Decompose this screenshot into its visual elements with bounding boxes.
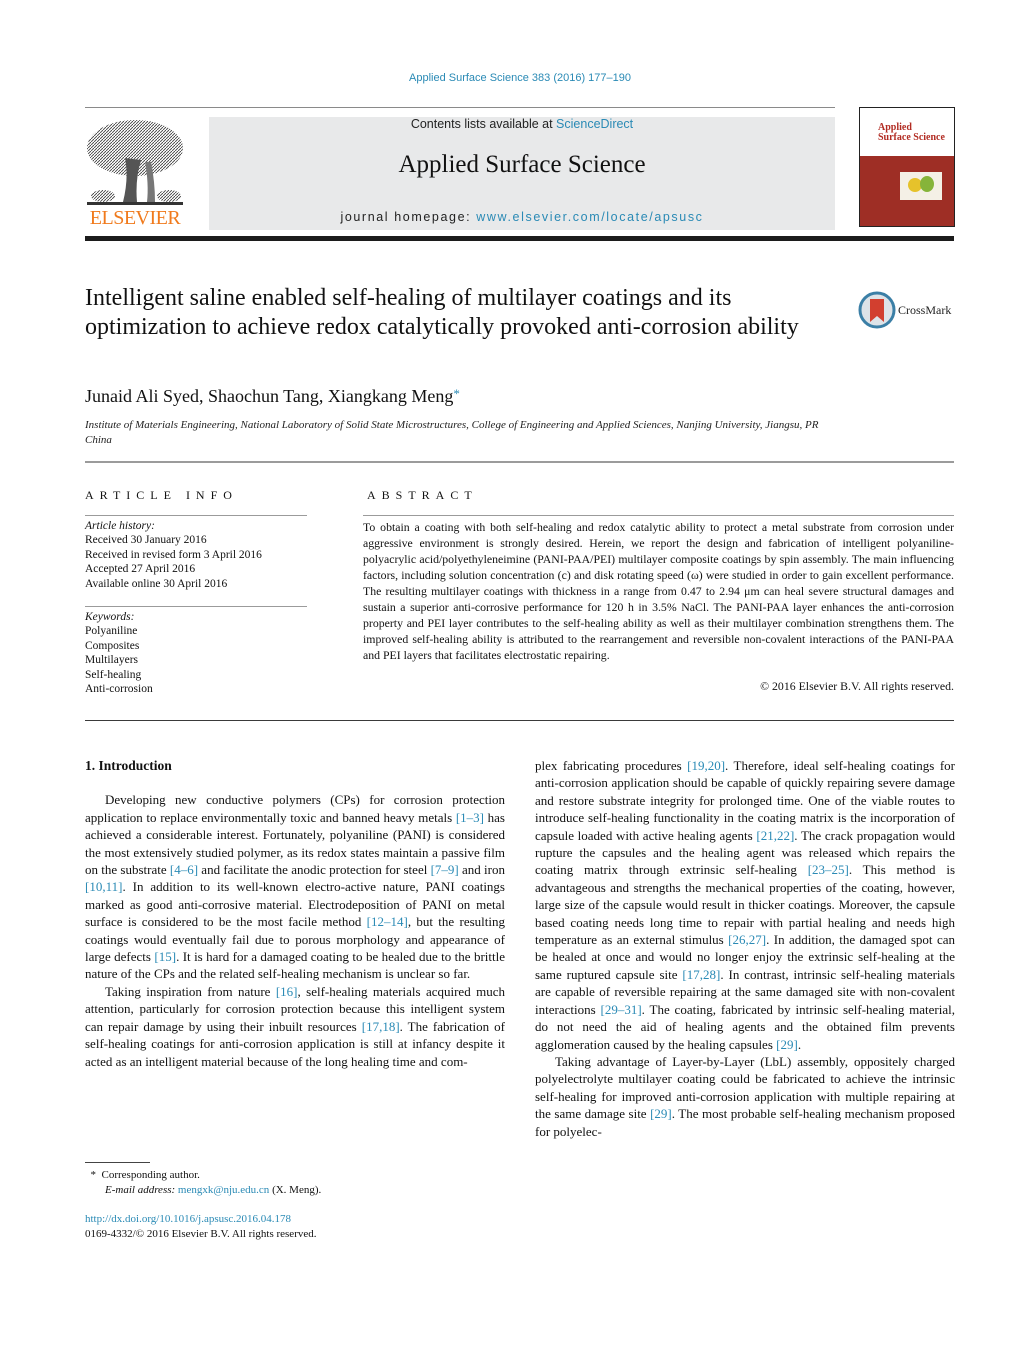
- abstract-rule: [363, 515, 954, 516]
- email-label: E-mail address:: [105, 1184, 178, 1196]
- citation-link[interactable]: [17,18]: [362, 1019, 400, 1034]
- homepage-line: journal homepage: www.elsevier.com/locat…: [209, 210, 835, 224]
- citation-link[interactable]: [10,11]: [85, 879, 122, 894]
- header-thick-rule: [85, 236, 954, 241]
- body-column-right: plex fabricating procedures [19,20]. The…: [535, 757, 955, 1140]
- doi-block: http://dx.doi.org/10.1016/j.apsusc.2016.…: [85, 1212, 317, 1241]
- footnote-rule: [85, 1162, 150, 1163]
- abstract-copyright: © 2016 Elsevier B.V. All rights reserved…: [760, 679, 954, 693]
- corresponding-author-mark[interactable]: *: [453, 386, 460, 401]
- left-paragraphs: Developing new conductive polymers (CPs)…: [85, 791, 505, 1070]
- authors-text: Junaid Ali Syed, Shaochun Tang, Xiangkan…: [85, 386, 454, 406]
- citation-link[interactable]: [17,28]: [682, 967, 720, 982]
- contents-prefix: Contents lists available at: [410, 117, 557, 131]
- elsevier-wordmark: ELSEVIER: [89, 207, 181, 229]
- body-column-left: 1. Introduction Developing new conductiv…: [85, 757, 505, 1070]
- history-item: Accepted 27 April 2016: [85, 563, 196, 576]
- citation-link[interactable]: [29–31]: [600, 1002, 641, 1017]
- corresponding-author-footnote: * Corresponding author. E-mail address: …: [85, 1168, 322, 1198]
- citation-link[interactable]: [7–9]: [431, 862, 459, 877]
- body-paragraph: Taking advantage of Layer-by-Layer (LbL)…: [535, 1053, 955, 1140]
- cover-title: Applied Surface Science: [878, 123, 945, 143]
- body-text: and iron: [458, 862, 505, 878]
- footnote-corresponding: Corresponding author.: [101, 1169, 200, 1181]
- footnote-line: * Corresponding author.: [85, 1168, 321, 1183]
- history-label: Article history:: [85, 520, 155, 532]
- title-divider: [85, 461, 954, 463]
- body-text: Developing new conductive polymers (CPs)…: [85, 792, 505, 825]
- journal-homepage-link[interactable]: www.elsevier.com/locate/apsusc: [476, 210, 703, 224]
- contents-line: Contents lists available at ScienceDirec…: [209, 117, 835, 131]
- journal-cover-thumbnail[interactable]: Applied Surface Science: [859, 107, 955, 227]
- citation-link[interactable]: [29]: [776, 1037, 798, 1052]
- citation-link[interactable]: [21,22]: [756, 828, 794, 843]
- cover-title-line2: Surface Science: [878, 132, 945, 143]
- history-item: Available online 30 April 2016: [85, 577, 228, 590]
- body-text: .: [797, 1036, 802, 1052]
- abstract-divider: [85, 720, 954, 721]
- email-link[interactable]: mengxk@nju.edu.cn: [178, 1184, 269, 1196]
- abstract-heading: ABSTRACT: [367, 488, 478, 502]
- right-paragraphs: plex fabricating procedures [19,20]. The…: [535, 757, 955, 1140]
- history-item: Received 30 January 2016: [85, 534, 207, 547]
- article-info-rule: [85, 515, 307, 516]
- crossmark-badge[interactable]: CrossMark: [858, 291, 958, 331]
- citation-link[interactable]: [29]: [650, 1106, 672, 1121]
- keyword-item: Multilayers: [85, 654, 139, 667]
- journal-masthead: Contents lists available at ScienceDirec…: [209, 117, 835, 230]
- abstract-text: To obtain a coating with both self-heali…: [363, 520, 954, 662]
- cover-graphic-green: [920, 176, 934, 192]
- citation-link[interactable]: [26,27]: [728, 932, 766, 947]
- body-text: Taking inspiration from nature: [105, 983, 276, 999]
- elsevier-logo[interactable]: ELSEVIER: [85, 118, 185, 230]
- author-list: Junaid Ali Syed, Shaochun Tang, Xiangkan…: [85, 386, 460, 407]
- citation-link[interactable]: [23–25]: [808, 862, 849, 877]
- keyword-item: Self-healing: [85, 668, 142, 681]
- citation-link[interactable]: [16]: [276, 984, 298, 999]
- affiliation: Institute of Materials Engineering, Nati…: [85, 419, 819, 446]
- body-text: and facilitate the anodic protection for…: [198, 862, 431, 878]
- body-text: plex fabricating procedures: [535, 758, 688, 773]
- citation-link[interactable]: [12–14]: [367, 914, 408, 929]
- citation-link[interactable]: [19,20]: [687, 758, 725, 773]
- citation-link[interactable]: [1–3]: [456, 810, 484, 825]
- keywords: Keywords: Polyaniline Composites Multila…: [85, 610, 307, 696]
- keyword-item: Anti-corrosion: [85, 683, 153, 696]
- keywords-label: Keywords:: [85, 611, 135, 623]
- keywords-rule: [85, 606, 307, 607]
- body-paragraph: Taking inspiration from nature [16], sel…: [85, 983, 505, 1070]
- elsevier-tree-icon: [87, 120, 183, 205]
- journal-name: Applied Surface Science: [398, 151, 646, 178]
- body-paragraph: Developing new conductive polymers (CPs)…: [85, 791, 505, 982]
- journal-citation[interactable]: Applied Surface Science 383 (2016) 177–1…: [0, 72, 1020, 84]
- article-history: Article history: Received 30 January 201…: [85, 519, 307, 591]
- citation-link[interactable]: [4–6]: [170, 862, 198, 877]
- article-info-heading: ARTICLE INFO: [85, 488, 238, 502]
- citation-link[interactable]: [15]: [154, 949, 176, 964]
- homepage-prefix: journal homepage:: [340, 210, 477, 224]
- keyword-item: Polyaniline: [85, 625, 138, 638]
- footnote-email-line: E-mail address: mengxk@nju.edu.cn (X. Me…: [85, 1183, 321, 1198]
- body-paragraph: plex fabricating procedures [19,20]. The…: [535, 757, 955, 1053]
- email-suffix: (X. Meng).: [269, 1184, 322, 1196]
- keyword-item: Composites: [85, 639, 140, 652]
- history-item: Received in revised form 3 April 2016: [85, 548, 262, 561]
- doi-link[interactable]: http://dx.doi.org/10.1016/j.apsusc.2016.…: [85, 1213, 291, 1225]
- sciencedirect-link[interactable]: ScienceDirect: [556, 117, 633, 131]
- footnote-mark: *: [90, 1169, 97, 1181]
- section-heading-introduction: 1. Introduction: [85, 758, 172, 773]
- crossmark-icon: [858, 291, 896, 329]
- article-title: Intelligent saline enabled self-healing …: [85, 285, 799, 340]
- header-divider: [85, 107, 835, 108]
- issn-line: 0169-4332/© 2016 Elsevier B.V. All right…: [85, 1227, 317, 1240]
- crossmark-label: CrossMark: [898, 303, 952, 317]
